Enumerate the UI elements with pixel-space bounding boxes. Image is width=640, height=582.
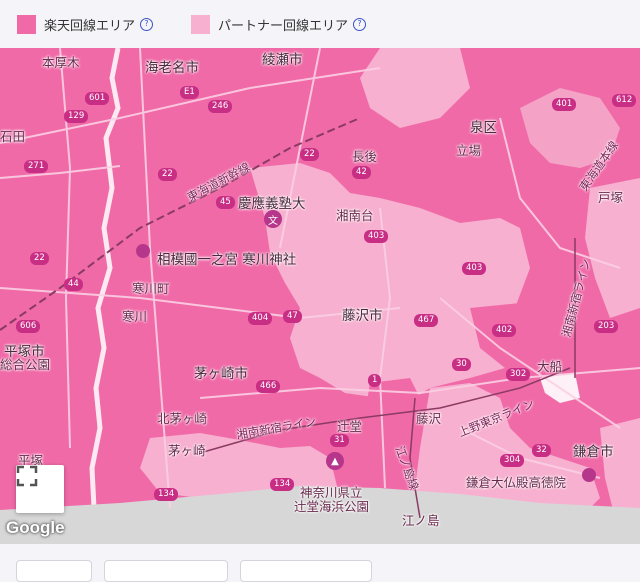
place-label: 江ノ島: [402, 513, 440, 528]
route-badge: 467: [414, 314, 439, 327]
legend-rakuten: 楽天回線エリア ?: [17, 14, 154, 34]
route-badge: 612: [612, 94, 637, 107]
fullscreen-button[interactable]: [16, 465, 64, 513]
route-badge: 466: [256, 380, 281, 393]
route-badge: 32: [532, 444, 551, 457]
temple-pin-icon[interactable]: [582, 468, 596, 482]
place-label: 辻堂海浜公園: [294, 499, 370, 514]
park-pin-icon[interactable]: ▲: [326, 452, 344, 470]
route-badge: 246: [208, 100, 233, 113]
google-attribution: Google: [6, 518, 65, 537]
place-label: 湘南台: [336, 208, 374, 223]
coverage-map[interactable]: 本厚木 海老名市 綾瀬市 泉区 立場 長後 東海道新幹線 慶應義塾大 湘南台 戸…: [0, 48, 640, 544]
place-label: 寒川: [122, 309, 148, 324]
coverage-legend: 楽天回線エリア ? パートナー回線エリア ?: [0, 0, 640, 48]
toolbar-button[interactable]: [16, 560, 92, 582]
route-badge: 304: [500, 454, 525, 467]
toolbar-button[interactable]: [240, 560, 372, 582]
route-badge: 302: [506, 368, 531, 381]
route-badge: 606: [16, 320, 41, 333]
route-badge: 403: [364, 230, 389, 243]
route-badge: 45: [216, 196, 235, 209]
route-badge: 22: [158, 168, 177, 181]
route-badge: 601: [85, 92, 110, 105]
place-label: 長後: [352, 149, 378, 164]
route-badge: 22: [30, 252, 49, 265]
map-canvas: [0, 48, 640, 544]
place-label: 綾瀬市: [262, 52, 303, 68]
question-circle-icon[interactable]: ?: [353, 17, 367, 31]
university-pin-icon[interactable]: 文: [264, 210, 282, 228]
place-label: 立場: [456, 143, 482, 158]
place-label: 大船: [537, 359, 563, 374]
route-badge: 203: [594, 320, 619, 333]
route-badge: 44: [64, 278, 83, 291]
route-badge: 31: [330, 434, 349, 447]
place-label: 鎌倉市: [573, 444, 614, 460]
route-badge: 129: [64, 110, 89, 123]
route-badge: 1: [368, 374, 382, 387]
route-badge: 271: [24, 160, 49, 173]
shrine-pin-icon[interactable]: [136, 244, 150, 258]
place-label: 本厚木: [42, 55, 80, 70]
place-label: 辻堂: [337, 419, 363, 434]
route-badge: 42: [352, 166, 371, 179]
place-label: 石田: [0, 129, 26, 144]
route-badge: E1: [180, 86, 199, 99]
route-badge: 30: [452, 358, 471, 371]
route-badge: 401: [552, 98, 577, 111]
route-badge: 134: [154, 488, 179, 501]
place-label: 寒川町: [132, 281, 170, 296]
place-label: 茅ヶ崎: [168, 443, 206, 458]
route-badge: 134: [270, 478, 295, 491]
partner-swatch: [191, 14, 211, 34]
place-label: 北茅ヶ崎: [157, 411, 208, 426]
legend-rakuten-label: 楽天回線エリア: [44, 18, 136, 34]
place-label: 藤沢市: [342, 308, 383, 324]
place-label: 慶應義塾大: [238, 196, 306, 212]
route-badge: 47: [283, 310, 302, 323]
place-label: 鎌倉大仏殿高徳院: [466, 475, 567, 490]
legend-partner: パートナー回線エリア ?: [191, 14, 367, 34]
place-label: 藤沢: [416, 411, 442, 426]
route-badge: 404: [248, 312, 273, 325]
route-badge: 403: [462, 262, 487, 275]
place-label: 海老名市: [145, 60, 199, 76]
rakuten-swatch: [17, 14, 36, 34]
legend-partner-label: パートナー回線エリア: [218, 18, 349, 34]
place-label: 総合公園: [0, 357, 51, 372]
question-circle-icon[interactable]: ?: [140, 17, 154, 31]
fullscreen-icon: [16, 465, 38, 487]
route-badge: 22: [300, 148, 319, 161]
place-label: 茅ヶ崎市: [194, 366, 248, 382]
place-label: 相模國一之宮 寒川神社: [157, 252, 297, 268]
toolbar-button[interactable]: [104, 560, 228, 582]
place-label: 泉区: [470, 120, 497, 136]
place-label: 戸塚: [598, 190, 624, 205]
bottom-toolbar: [0, 544, 640, 582]
route-badge: 402: [492, 324, 517, 337]
